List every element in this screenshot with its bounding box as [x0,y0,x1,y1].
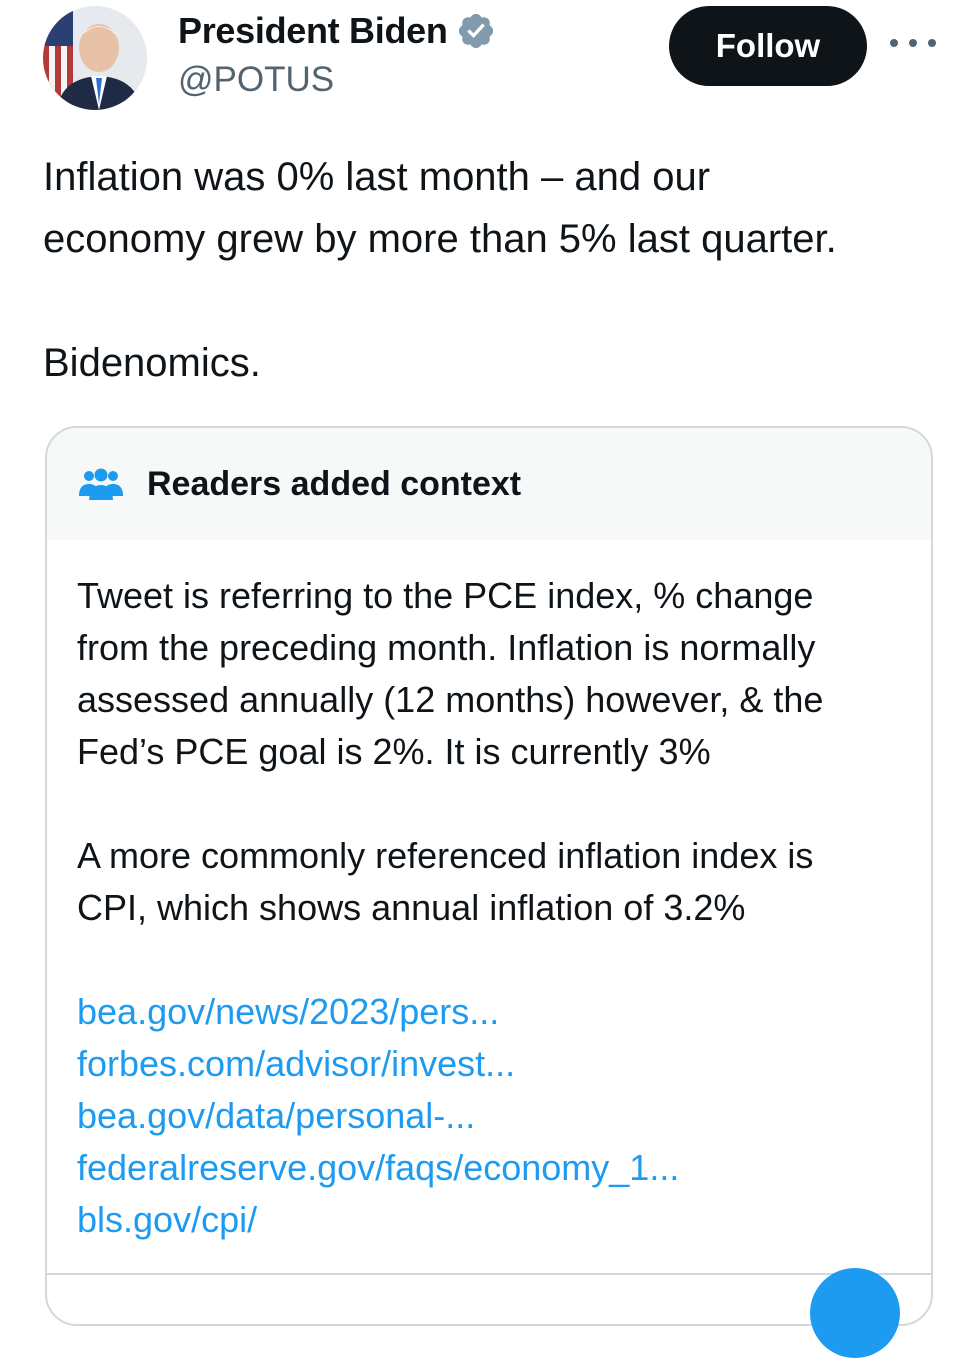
author-name-row[interactable]: President Biden [178,10,496,52]
source-link[interactable]: bea.gov/data/personal-... [77,1090,901,1142]
community-note-body: Tweet is referring to the PCE index, % c… [47,540,931,1246]
people-icon [79,468,123,500]
source-link[interactable]: bea.gov/news/2023/pers... [77,986,901,1038]
more-horizontal-icon[interactable] [890,28,936,58]
handle[interactable]: @POTUS [178,60,334,100]
avatar[interactable] [43,6,147,110]
tweet-text: Inflation was 0% last month – and our ec… [43,155,837,385]
community-note-header[interactable]: Readers added context [47,428,931,540]
note-paragraph: Tweet is referring to the PCE index, % c… [77,575,824,772]
source-link[interactable]: federalreserve.gov/faqs/economy_1... [77,1142,901,1194]
community-note-title: Readers added context [147,464,522,503]
display-name[interactable]: President Biden [178,10,448,52]
community-note-card: Readers added context Tweet is referring… [45,426,933,1326]
source-link[interactable]: forbes.com/advisor/invest... [77,1038,901,1090]
note-paragraph: A more commonly referenced inflation ind… [77,835,814,928]
verified-badge-icon[interactable] [456,11,496,51]
follow-button[interactable]: Follow [669,6,867,86]
divider [47,1273,931,1275]
source-link[interactable]: bls.gov/cpi/ [77,1194,901,1246]
source-links: bea.gov/news/2023/pers... forbes.com/adv… [77,986,901,1246]
floating-compose-button[interactable] [810,1268,900,1358]
profile-photo [43,6,147,110]
